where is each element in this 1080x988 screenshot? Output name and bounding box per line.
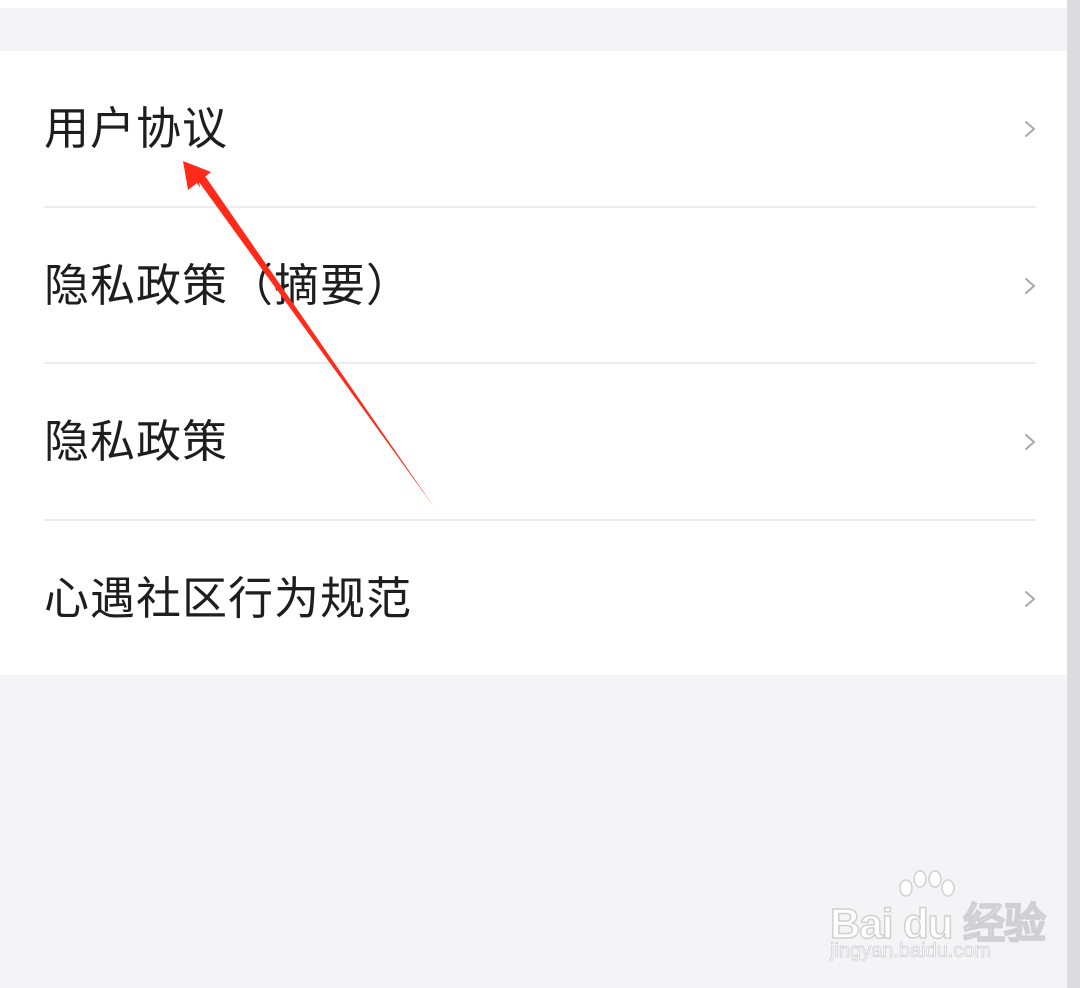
watermark-url: jingyan.baidu.com <box>830 940 992 963</box>
chevron-right-icon <box>1025 278 1035 294</box>
baidu-jingyan-watermark: Bai du 经验 jingyan.baidu.com <box>826 870 1047 970</box>
settings-menu-list: 用户协议 隐私政策（摘要） 隐私政策 心遇社区行为规范 <box>0 51 1067 675</box>
menu-item-label: 隐私政策（摘要） <box>44 259 413 312</box>
menu-item-privacy-policy[interactable]: 隐私政策 <box>0 364 1067 520</box>
menu-item-privacy-policy-summary[interactable]: 隐私政策（摘要） <box>0 208 1067 364</box>
menu-item-label: 隐私政策 <box>44 415 229 468</box>
menu-item-label: 用户协议 <box>44 102 229 155</box>
menu-item-label: 心遇社区行为规范 <box>44 572 413 625</box>
chevron-right-icon <box>1025 121 1035 137</box>
chevron-right-icon <box>1025 591 1035 607</box>
right-edge-strip <box>1067 0 1080 988</box>
chevron-right-icon <box>1025 434 1035 450</box>
menu-item-community-guidelines[interactable]: 心遇社区行为规范 <box>0 521 1067 677</box>
top-bar-edge <box>0 0 1080 8</box>
menu-item-user-agreement[interactable]: 用户协议 <box>0 51 1067 207</box>
